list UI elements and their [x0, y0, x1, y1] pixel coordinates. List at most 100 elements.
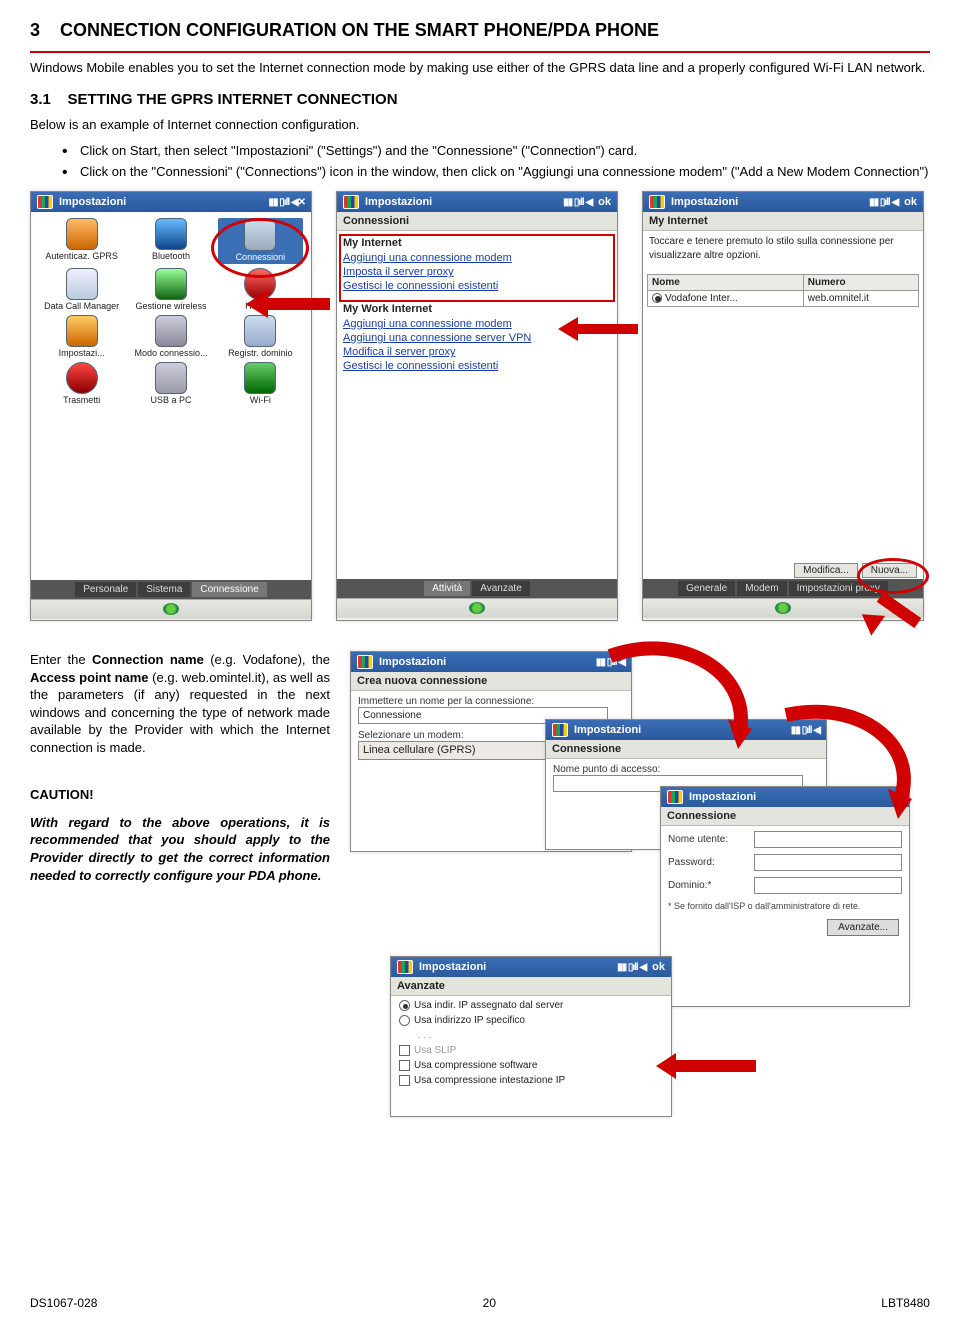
link-w4[interactable]: Gestisci le connessioni esistenti: [341, 359, 613, 373]
lower-text-col: Enter the Connection name (e.g. Vodafone…: [30, 651, 330, 894]
red-arrow-curve-2: [780, 705, 930, 818]
btn-modifica[interactable]: Modifica...: [794, 563, 858, 578]
signal-icon: ▮▮ ▯ıll ◀: [869, 197, 898, 208]
cell-num: web.omnitel.it: [803, 291, 918, 307]
link-manage[interactable]: Gestisci le connessioni esistenti: [341, 279, 613, 293]
start-flag-icon: [552, 723, 568, 737]
lower-para: Enter the Connection name (e.g. Vodafone…: [30, 651, 330, 756]
link-proxy[interactable]: Imposta il server proxy: [341, 265, 613, 279]
ok-button[interactable]: ok: [652, 961, 665, 973]
bottom-tabs: Attività Avanzate: [337, 579, 617, 598]
radio-selected-icon: [652, 293, 662, 303]
stacked-screens: Impostazioni ▮▮ ▯ıll ◀ Crea nuova connes…: [350, 651, 910, 1121]
red-arrow-left-to-advanced: [658, 1053, 758, 1079]
screen-sub: Avanzate: [391, 977, 671, 996]
label-user: Nome utente:: [668, 834, 748, 845]
label-dom: Dominio:*: [668, 880, 748, 891]
subsection-heading: 3.1 SETTING THE GPRS INTERNET CONNECTION: [30, 91, 930, 108]
bottom-tabs: Personale Sistema Connessione: [31, 580, 311, 599]
cell-trasmetti[interactable]: Trasmetti: [39, 362, 124, 405]
link-add-modem[interactable]: Aggiungi una connessione modem: [341, 251, 613, 265]
phone-myinternet: Impostazioni ▮▮ ▯ıll ◀ ok My Internet To…: [642, 191, 924, 621]
hdr-myinternet: My Internet: [341, 233, 613, 251]
cell-modo[interactable]: Modo connessio...: [128, 315, 213, 358]
cell-wireless[interactable]: Gestione wireless: [128, 268, 213, 311]
input-user[interactable]: [754, 831, 902, 848]
cell-usb[interactable]: USB a PC: [128, 362, 213, 405]
titlebar: Impostazioni ▮▮ ▯ıll ◀ ok: [643, 192, 923, 212]
chk-slip[interactable]: Usa SLIP: [395, 1043, 667, 1058]
cell-bluetooth[interactable]: Bluetooth: [128, 218, 213, 263]
page-footer: DS1067-028 20 LBT8480: [30, 1296, 930, 1310]
tab-attivita[interactable]: Attività: [424, 581, 470, 596]
start-flag-icon: [667, 790, 683, 804]
tab-avanzate[interactable]: Avanzate: [472, 581, 530, 596]
cell-wifi[interactable]: Wi-Fi: [218, 362, 303, 405]
tab-modem[interactable]: Modem: [737, 581, 786, 596]
tab-generale[interactable]: Generale: [678, 581, 735, 596]
section-divider: [30, 51, 930, 53]
cell-registr[interactable]: Registr. dominio: [218, 315, 303, 358]
titlebar: Impostazioni ▮▮ ▯ıll ◀ ok: [337, 192, 617, 212]
bottom-tabs: Generale Modem Impostazioni proxy: [643, 579, 923, 598]
signal-icon: ▮▮ ▯ıll ◀✕: [269, 197, 305, 208]
input-pass[interactable]: [754, 854, 902, 871]
label-conn-name: Immettere un nome per la connessione:: [358, 696, 624, 707]
caution-body: With regard to the above operations, it …: [30, 814, 330, 884]
screen-sub: My Internet: [643, 212, 923, 231]
ok-button[interactable]: ok: [904, 196, 917, 208]
cell-datacall[interactable]: Data Call Manager: [39, 268, 124, 311]
chk-compress-ip[interactable]: Usa compressione intestazione IP: [395, 1073, 667, 1088]
link-w2[interactable]: Aggiungi una connessione server VPN: [341, 331, 613, 345]
subsection-num: 3.1: [30, 91, 51, 108]
section-title-text: CONNECTION CONFIGURATION ON THE SMART PH…: [60, 20, 659, 40]
tab-sistema[interactable]: Sistema: [138, 582, 190, 597]
wm-bar: [337, 598, 617, 618]
cell-hsdpa[interactable]: HSDPA: [218, 268, 303, 311]
chk-compress-sw[interactable]: Usa compressione software: [395, 1058, 667, 1073]
start-flag-icon: [397, 960, 413, 974]
th-num: Numero: [803, 275, 918, 291]
btn-nuova[interactable]: Nuova...: [862, 563, 917, 578]
start-flag-icon: [37, 195, 53, 209]
footer-right: LBT8480: [881, 1296, 930, 1310]
link-w3[interactable]: Modifica il server proxy: [341, 345, 613, 359]
table-row[interactable]: Vodafone Inter... web.omnitel.it: [648, 291, 919, 307]
section-heading: 3 CONNECTION CONFIGURATION ON THE SMART …: [30, 20, 930, 41]
button-row: Modifica... Nuova...: [794, 563, 917, 578]
cell-connessioni[interactable]: Connessioni: [218, 218, 303, 263]
radio-server-ip[interactable]: Usa indir. IP assegnato dal server: [395, 998, 667, 1013]
start-flag-icon: [357, 655, 373, 669]
cell-auth-gprs[interactable]: Autenticaz. GPRS: [39, 218, 124, 263]
note-isp: * Se fornito dall'ISP o dall'amministrat…: [668, 901, 860, 911]
tab-proxy[interactable]: Impostazioni proxy: [789, 581, 888, 596]
phone-connections-links: Impostazioni ▮▮ ▯ıll ◀ ok Connessioni My…: [336, 191, 618, 621]
input-ip[interactable]: . . .: [415, 1030, 535, 1041]
tab-connessione[interactable]: Connessione: [192, 582, 266, 597]
cell-impostazi[interactable]: Impostazi...: [39, 315, 124, 358]
phone-advanced: Impostazioni ▮▮ ▯ıll ◀ ok Avanzate Usa i…: [390, 956, 672, 1117]
window-title: Impostazioni: [365, 196, 432, 208]
screenshot-row-top: Impostazioni ▮▮ ▯ıll ◀✕ Autenticaz. GPRS…: [30, 191, 930, 621]
start-flag-icon: [343, 195, 359, 209]
radio-specific-ip[interactable]: Usa indirizzo IP specifico: [395, 1013, 667, 1028]
input-dom[interactable]: [754, 877, 902, 894]
signal-icon: ▮▮ ▯ıll ◀: [617, 962, 646, 973]
screen-sub: Connessioni: [337, 212, 617, 231]
settings-icons-grid: Autenticaz. GPRS Bluetooth Connessioni D…: [35, 214, 307, 410]
conn-table: NomeNumero Vodafone Inter... web.omnitel…: [647, 274, 919, 307]
th-name: Nome: [648, 275, 804, 291]
screen-sub: Crea nuova connessione: [351, 672, 631, 691]
tab-personale[interactable]: Personale: [75, 582, 136, 597]
subsection-title-text: SETTING THE GPRS INTERNET CONNECTION: [68, 91, 398, 108]
ok-button[interactable]: ok: [598, 196, 611, 208]
btn-avanzate[interactable]: Avanzate...: [827, 919, 899, 936]
bullet-1: Click on Start, then select "Impostazion…: [62, 143, 930, 158]
label-pass: Password:: [668, 857, 748, 868]
hint-text: Toccare e tenere premuto lo stilo sulla …: [647, 233, 919, 264]
cell-name: Vodafone Inter...: [665, 293, 738, 304]
phone-settings-grid: Impostazioni ▮▮ ▯ıll ◀✕ Autenticaz. GPRS…: [30, 191, 312, 621]
window-title: Impostazioni: [419, 961, 486, 973]
titlebar: Impostazioni ▮▮ ▯ıll ◀ ok: [391, 957, 671, 977]
link-w1[interactable]: Aggiungi una connessione modem: [341, 317, 613, 331]
